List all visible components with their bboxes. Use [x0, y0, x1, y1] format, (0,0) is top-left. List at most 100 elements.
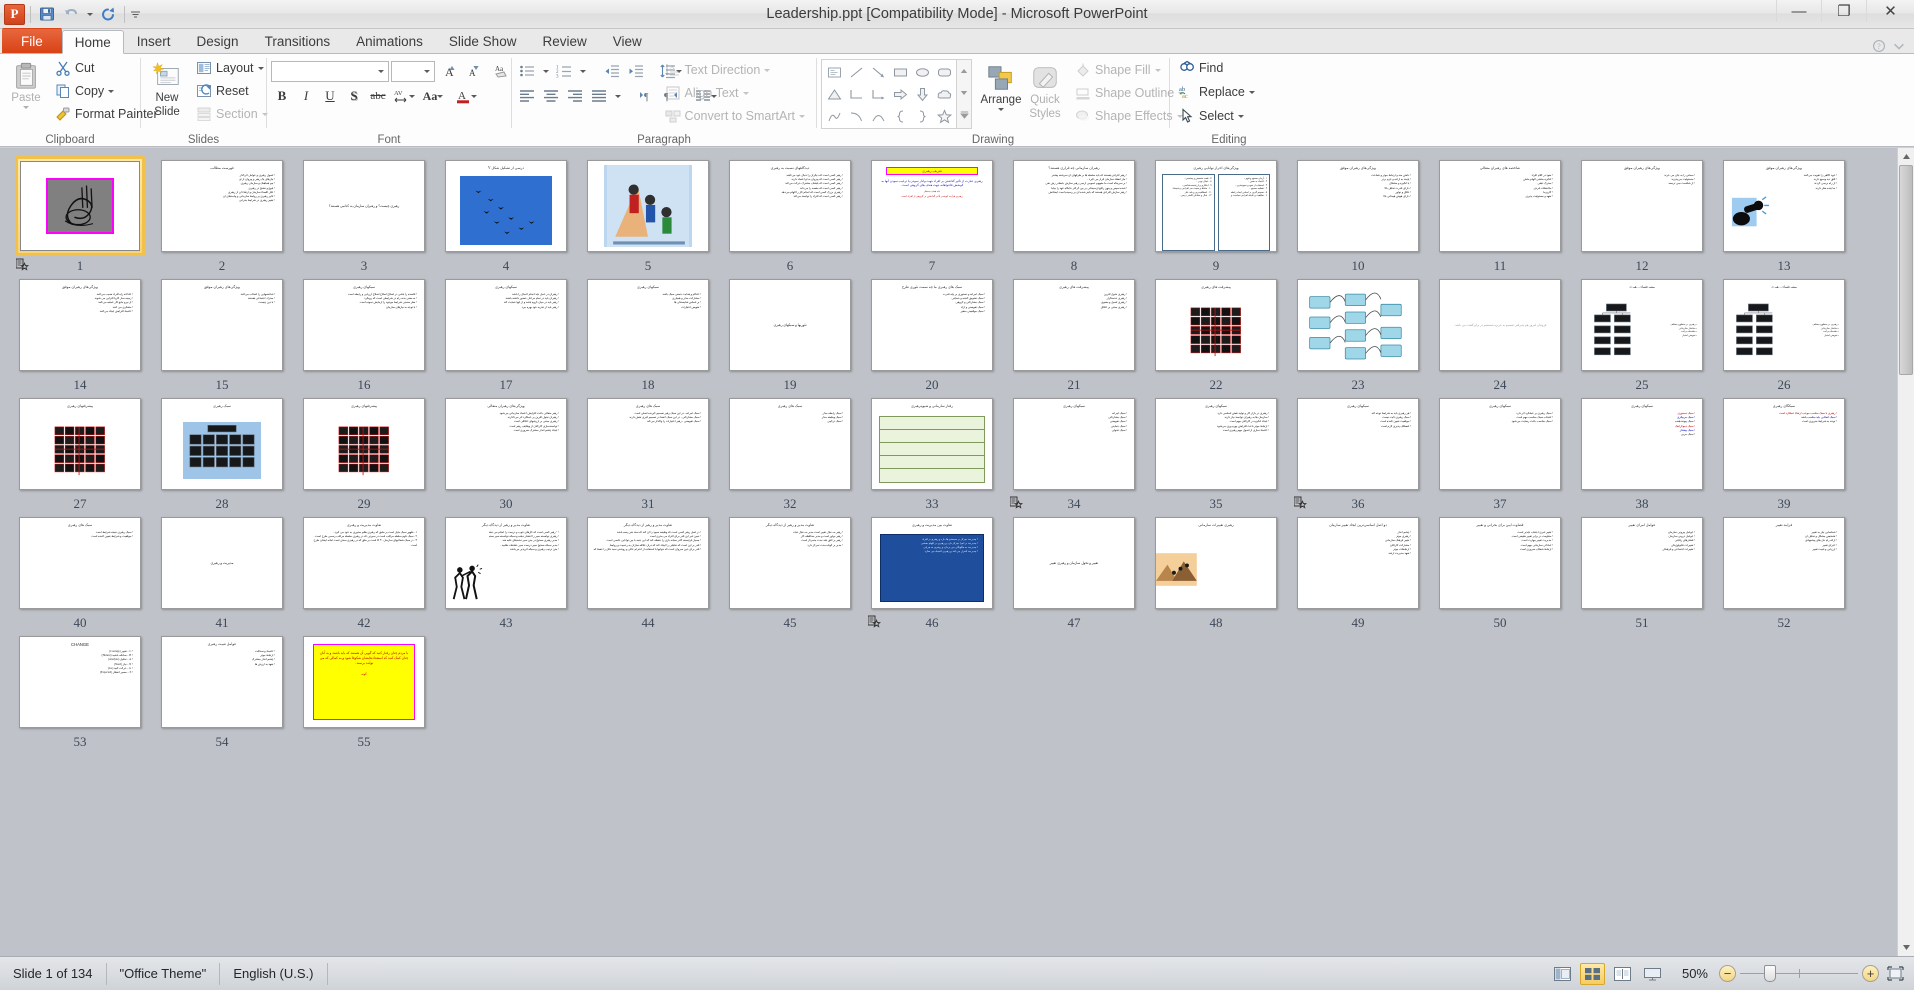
- zoom-track[interactable]: [1740, 965, 1858, 982]
- slide-thumbnail-6[interactable]: دیدگاههای نسبت به رهبری • رهبر کسی است که…: [720, 156, 860, 275]
- shape-ellipse-icon[interactable]: [911, 61, 933, 83]
- shape-cloud-icon[interactable]: [933, 83, 955, 105]
- shape-triangle-icon[interactable]: [823, 83, 845, 105]
- zoom-level[interactable]: 50%: [1670, 966, 1714, 981]
- slide-preview[interactable]: فهرست مطالب • اصول رهبری و عوامل اثرگذار •…: [161, 160, 283, 252]
- zoom-in-button[interactable]: +: [1862, 965, 1879, 982]
- animation-icon[interactable]: [1009, 496, 1024, 509]
- slide-preview[interactable]: پیشرفت های رهبری: [1155, 279, 1277, 371]
- slide-preview[interactable]: رهبری چیست؟ و رهبران سازمان به کدامی هست…: [303, 160, 425, 252]
- save-icon[interactable]: [36, 3, 58, 25]
- slide-thumb-frame[interactable]: رفتار سازمانی و شیوه‌رهبری: [867, 394, 997, 494]
- layout-button[interactable]: Layout: [191, 57, 273, 79]
- slide-thumb-frame[interactable]: سبکهای رهبری • سبک آمرانه • سبک مشارکتی • س…: [1009, 394, 1139, 494]
- shape-line-icon[interactable]: [845, 61, 867, 83]
- slide-preview[interactable]: سبکهای رهبری • رهبران در عمل باید انجام ا…: [445, 279, 567, 371]
- slide-thumbnail-13[interactable]: ویژگی‌های رهبران موفق • خود آگاهی را تقوی…: [1714, 156, 1854, 275]
- slide-thumb-frame[interactable]: دو اصل اساسی‌ترین ایجاد تغییر سازمان • چش…: [1293, 513, 1423, 613]
- slide-preview[interactable]: مدیریت و رهبری: [161, 517, 283, 609]
- slide-preview[interactable]: دو اصل اساسی‌ترین ایجاد تغییر سازمان • چش…: [1297, 517, 1419, 609]
- slide-thumbnail-9[interactable]: ویژگی‌های احراز توانایی رهبری ۱ . آرمان ص…: [1146, 156, 1286, 275]
- slide-thumb-frame[interactable]: ویژگی‌های رهبران موفق • شاخصهایی را انتخا…: [157, 275, 287, 375]
- slide-thumb-frame[interactable]: شاخصه های رهبران متعالی • نفوذ در کلام اف…: [1435, 156, 1565, 256]
- slide-thumb-frame[interactable]: ویژگی‌های رهبران متعالی • رهبر متعالی باع…: [441, 394, 571, 494]
- tab-insert[interactable]: Insert: [124, 29, 184, 53]
- slide-preview[interactable]: درسی از تشکیل شکل V: [445, 160, 567, 252]
- shrink-font-icon[interactable]: A: [461, 60, 483, 82]
- slide-preview[interactable]: عوامل تثبیت رهبری • اعتماد و صداقت • ارتبا…: [161, 636, 283, 728]
- paste-button[interactable]: Paste: [4, 57, 48, 113]
- slide-grid[interactable]: 1 فهرست مطالب • اصول رهبری و عوامل اثرگذار…: [0, 148, 1914, 751]
- tab-view[interactable]: View: [600, 29, 655, 53]
- slide-thumbnail-50[interactable]: قضاوت آیین برای بحرانی و تغییر • تغییر ام…: [1430, 513, 1570, 632]
- slide-thumbnail-30[interactable]: ویژگی‌های رهبران متعالی • رهبر متعالی باع…: [436, 394, 576, 513]
- slide-thumb-frame[interactable]: پیشرفت های رهبری • رهبری تحول آفرین • رهبر…: [1009, 275, 1139, 375]
- slide-thumbnail-42[interactable]: تفاوت مدیریت و رهبری ۱ . ظهور سبک مایل اس…: [294, 513, 434, 632]
- slide-preview[interactable]: سبک های رهبری ما چه سمت تئوری طرح • سبک آ…: [871, 279, 993, 371]
- ribbon-tabs[interactable]: File Home Insert Design Transitions Anim…: [0, 28, 1914, 54]
- slide-thumbnail-55[interactable]: با مردم چنان رفتار کنید که گویی آن هستند…: [294, 632, 434, 751]
- shape-freeform-icon[interactable]: [823, 105, 845, 127]
- slide-thumbnail-1[interactable]: 1: [10, 156, 150, 275]
- slide-thumb-frame[interactable]: تفاوت مدیریت و رهبری ۱ . ظهور سبک مایل اس…: [299, 513, 429, 613]
- slide-preview[interactable]: سبکهای رهبری • احکام و هدایت جمعی سبک باش…: [587, 279, 709, 371]
- shape-arc-icon[interactable]: [867, 105, 889, 127]
- slide-thumbnail-18[interactable]: سبکهای رهبری • احکام و هدایت جمعی سبک باش…: [578, 275, 718, 394]
- slide-thumbnail-24[interactable]: فروتنان امروز هم پذیرفتی تقسیم به عزیزه …: [1430, 275, 1570, 394]
- slide-preview[interactable]: تفاوت مدیر و رهبر از دیدگاه دیگر • در اصل…: [587, 517, 709, 609]
- slide-thumb-frame[interactable]: ویژگی‌های رهبران موفق • سختی را به جان می…: [1577, 156, 1707, 256]
- slide-thumb-frame[interactable]: عوامل امرای تغییر • عوامل بیرونی سازمان • …: [1577, 513, 1707, 613]
- slide-thumbnail-37[interactable]: سبکهای رهبری • سبک رهبری بر عملکرد اثر دا…: [1430, 394, 1570, 513]
- scroll-down-icon[interactable]: [1898, 939, 1914, 956]
- shape-elbow-connector-icon[interactable]: [845, 83, 867, 105]
- slide-thumbnail-29[interactable]: پیشرفتهای رهبری 29: [294, 394, 434, 513]
- slide-thumbnail-22[interactable]: پیشرفت های رهبری 22: [1146, 275, 1286, 394]
- slide-preview[interactable]: سبک های رهبری • سبک آمرانه ، در این سبک ر…: [587, 398, 709, 490]
- slide-thumbnail-52[interactable]: فرآیند تغییر • شناسایی نیاز به تغییر • تشخ…: [1714, 513, 1854, 632]
- reading-view-button[interactable]: [1610, 963, 1635, 985]
- slide-thumbnail-47[interactable]: تغییر و تحول سازمان و رهبری تغییر 47: [1004, 513, 1144, 632]
- slide-thumb-frame[interactable]: سبکگای رهبری • رهبری با سبک مناسب موجب ار…: [1719, 394, 1849, 494]
- fit-to-window-button[interactable]: [1884, 964, 1906, 984]
- slide-sorter-pane[interactable]: 1 فهرست مطالب • اصول رهبری و عوامل اثرگذار…: [0, 148, 1914, 956]
- slide-thumb-frame[interactable]: مدیریت و رهبری: [157, 513, 287, 613]
- shape-curve-icon[interactable]: [845, 105, 867, 127]
- underline-button[interactable]: U: [319, 85, 341, 107]
- animation-icon[interactable]: [867, 615, 882, 628]
- slide-thumb-frame[interactable]: تفاوت مدیر و رهبر از دیدگاه دیگر • " رهبر…: [441, 513, 571, 613]
- quick-access-toolbar[interactable]: P: [0, 0, 141, 28]
- slide-preview[interactable]: [587, 160, 709, 252]
- slide-thumb-frame[interactable]: تعریف رهبری رهبری عبارت از تأثیر گذاشتن ب…: [867, 156, 997, 256]
- slide-preview[interactable]: سبک های رهبری • سبک رابطه مدار • سبک وظیفه…: [729, 398, 851, 490]
- justify-button[interactable]: [588, 85, 610, 107]
- replace-button[interactable]: ab ac Replace: [1174, 81, 1260, 103]
- slide-thumb-frame[interactable]: سبک های رهبری ما چه سمت تئوری طرح • سبک آ…: [867, 275, 997, 375]
- slide-thumbnail-34[interactable]: سبکهای رهبری • سبک آمرانه • سبک مشارکتی • س…: [1004, 394, 1144, 513]
- slide-thumbnail-25[interactable]: پیشرفتهای رهبری • رهبری در سطوح مختلف • سا…: [1572, 275, 1712, 394]
- slide-thumbnail-23[interactable]: 23: [1288, 275, 1428, 394]
- grow-font-icon[interactable]: A: [437, 60, 459, 82]
- slide-thumb-frame[interactable]: سبکهای رهبری • رهبران در عمل باید انجام ا…: [441, 275, 571, 375]
- slide-preview[interactable]: با مردم چنان رفتار کنید که گویی آن هستند…: [303, 636, 425, 728]
- slide-preview[interactable]: ویژگی‌های احراز توانایی رهبری ۱ . آرمان ص…: [1155, 160, 1277, 252]
- slide-thumb-frame[interactable]: سبکهای رهبری • قاصده را باشی در اصلاح اصل…: [299, 275, 429, 375]
- slide-sorter-view-button[interactable]: [1580, 962, 1605, 985]
- slide-preview[interactable]: رهبری تغییرات سازمانی: [1155, 517, 1277, 609]
- slide-thumbnail-3[interactable]: رهبری چیست؟ و رهبران سازمان به کدامی هست…: [294, 156, 434, 275]
- find-button[interactable]: Find: [1174, 57, 1260, 79]
- undo-icon[interactable]: [60, 3, 82, 25]
- slide-thumb-frame[interactable]: سبکهای رهبری • احکام و هدایت جمعی سبک باش…: [583, 275, 713, 375]
- tab-file[interactable]: File: [2, 28, 62, 53]
- slide-preview[interactable]: تفاوت مدیر و رهبر از دیدگاه دیگر • رهبر ب…: [729, 517, 851, 609]
- bullets-dropdown-icon[interactable]: [540, 60, 551, 82]
- slide-thumbnail-27[interactable]: پیشرفتهای رهبری 27: [10, 394, 150, 513]
- shape-star-icon[interactable]: [933, 105, 955, 127]
- slide-thumbnail-4[interactable]: درسی از تشکیل شکل V 4: [436, 156, 576, 275]
- slide-preview[interactable]: پیشرفت های رهبری • رهبری تحول آفرین • رهبر…: [1013, 279, 1135, 371]
- slide-thumb-frame[interactable]: [1293, 275, 1423, 375]
- numbering-button[interactable]: 123: [553, 60, 575, 82]
- slide-preview[interactable]: تعریف رهبری رهبری عبارت از تأثیر گذاشتن ب…: [871, 160, 993, 252]
- reset-button[interactable]: Reset: [191, 80, 273, 102]
- bullets-button[interactable]: [516, 60, 538, 82]
- new-slide-button[interactable]: New Slide: [145, 57, 189, 122]
